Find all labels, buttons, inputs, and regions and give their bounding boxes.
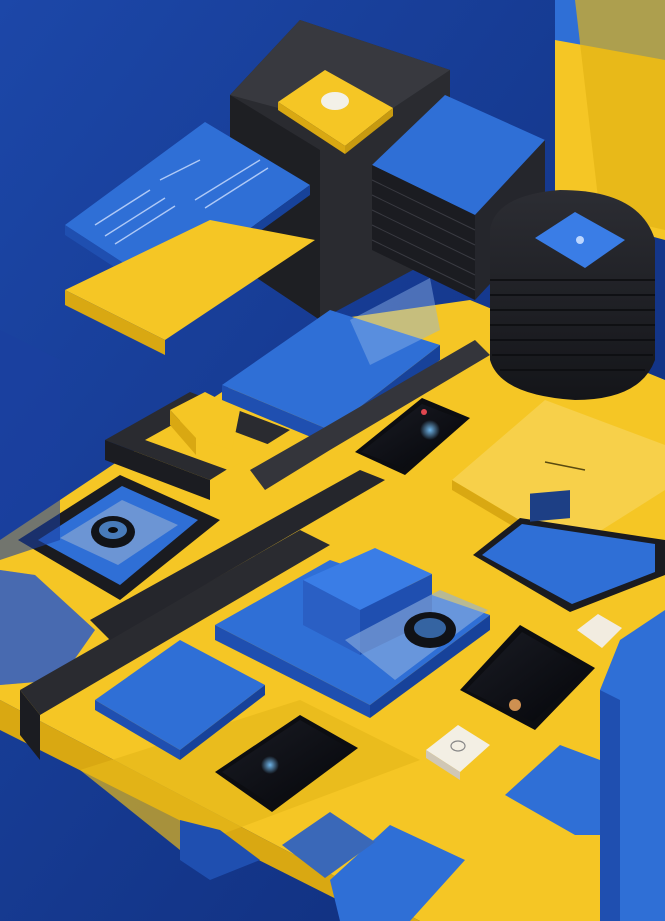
scene-illustration [0, 0, 665, 921]
button-icon [321, 92, 349, 110]
isometric-tech-scene [0, 0, 665, 921]
left-wall [0, 330, 60, 560]
speaker-icon [490, 190, 655, 400]
